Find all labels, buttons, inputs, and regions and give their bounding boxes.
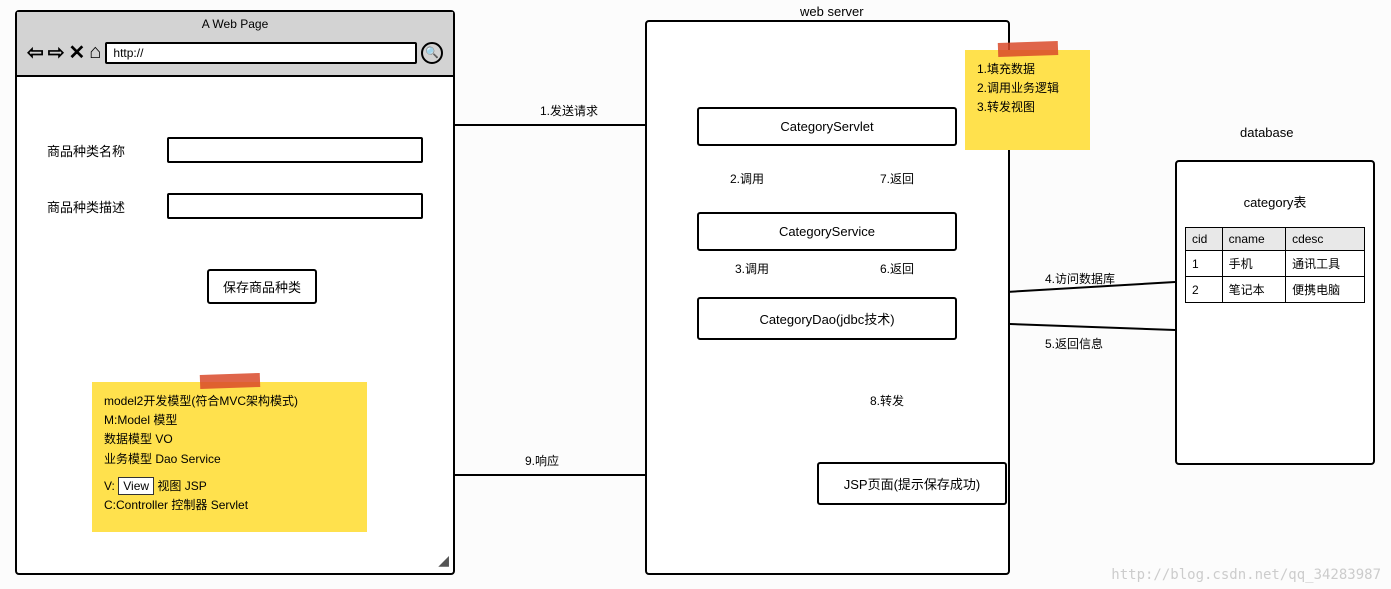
database-box: category表 cid cname cdesc 1 手机 通讯工具 2 笔记… xyxy=(1175,160,1375,465)
home-icon[interactable]: ⌂ xyxy=(89,41,101,64)
flow-7: 7.返回 xyxy=(880,170,914,187)
sticky-text: 视图 JSP xyxy=(154,479,207,493)
flow-9: 9.响应 xyxy=(525,452,559,469)
cell: 1 xyxy=(1186,251,1223,277)
watermark: http://blog.csdn.net/qq_34283987 xyxy=(1111,567,1381,583)
save-button[interactable]: 保存商品种类 xyxy=(207,269,317,304)
sticky-note-steps: 1.填充数据 2.调用业务逻辑 3.转发视图 xyxy=(965,50,1090,150)
flow-1: 1.发送请求 xyxy=(540,102,598,119)
flow-5: 5.返回信息 xyxy=(1045,335,1103,352)
flow-4: 4.访问数据库 xyxy=(1045,270,1115,287)
table-row: 2 笔记本 便携电脑 xyxy=(1186,277,1365,303)
tape-icon xyxy=(199,373,259,389)
label-category-name: 商品种类名称 xyxy=(47,141,147,160)
view-box: View xyxy=(118,477,154,495)
sticky-line: 3.转发视图 xyxy=(977,98,1078,117)
sticky-note-mvc: model2开发模型(符合MVC架构模式) M:Model 模型 数据模型 VO… xyxy=(92,382,367,532)
url-input[interactable] xyxy=(105,42,417,64)
sticky-text: V: xyxy=(104,479,118,493)
server-label: web server xyxy=(800,4,864,19)
jsp-layer: JSP页面(提示保存成功) xyxy=(817,462,1007,505)
col-header: cid xyxy=(1186,228,1223,251)
forward-icon[interactable]: ⇨ xyxy=(48,40,65,65)
tape-icon xyxy=(997,41,1057,57)
sticky-line: C:Controller 控制器 Servlet xyxy=(104,496,355,515)
sticky-line: M:Model 模型 xyxy=(104,411,355,430)
col-header: cname xyxy=(1222,228,1285,251)
form-area: 商品种类名称 商品种类描述 保存商品种类 xyxy=(17,77,453,334)
browser-window: A Web Page ⇦ ⇨ ✕ ⌂ 🔍 商品种类名称 商品种类描述 保存商品种… xyxy=(15,10,455,575)
back-icon[interactable]: ⇦ xyxy=(27,40,44,65)
cell: 通讯工具 xyxy=(1286,251,1365,277)
input-category-name[interactable] xyxy=(167,137,423,163)
servlet-layer: CategoryServlet xyxy=(697,107,957,146)
sticky-line: model2开发模型(符合MVC架构模式) xyxy=(104,392,355,411)
flow-2: 2.调用 xyxy=(730,170,764,187)
service-layer: CategoryService xyxy=(697,212,957,251)
flow-8: 8.转发 xyxy=(870,392,904,409)
browser-header: A Web Page ⇦ ⇨ ✕ ⌂ 🔍 xyxy=(17,12,453,77)
sticky-line: 1.填充数据 xyxy=(977,60,1078,79)
dao-layer: CategoryDao(jdbc技术) xyxy=(697,297,957,340)
col-header: cdesc xyxy=(1286,228,1365,251)
table-row: 1 手机 通讯工具 xyxy=(1186,251,1365,277)
category-table: cid cname cdesc 1 手机 通讯工具 2 笔记本 便携电脑 xyxy=(1185,227,1365,303)
table-title: category表 xyxy=(1177,162,1373,227)
input-category-desc[interactable] xyxy=(167,193,423,219)
sticky-line: 业务模型 Dao Service xyxy=(104,450,355,469)
resize-grip-icon: ◢ xyxy=(438,552,449,569)
cell: 手机 xyxy=(1222,251,1285,277)
flow-3: 3.调用 xyxy=(735,260,769,277)
label-category-desc: 商品种类描述 xyxy=(47,197,147,216)
sticky-line: V: View 视图 JSP xyxy=(104,477,355,496)
flow-6: 6.返回 xyxy=(880,260,914,277)
cell: 2 xyxy=(1186,277,1223,303)
sticky-line: 2.调用业务逻辑 xyxy=(977,79,1078,98)
close-icon[interactable]: ✕ xyxy=(69,40,86,65)
database-label: database xyxy=(1240,125,1294,140)
page-title: A Web Page xyxy=(17,12,453,36)
cell: 笔记本 xyxy=(1222,277,1285,303)
sticky-line: 数据模型 VO xyxy=(104,430,355,449)
search-icon[interactable]: 🔍 xyxy=(421,42,443,64)
cell: 便携电脑 xyxy=(1286,277,1365,303)
server-box: CategoryServlet CategoryService Category… xyxy=(645,20,1010,575)
